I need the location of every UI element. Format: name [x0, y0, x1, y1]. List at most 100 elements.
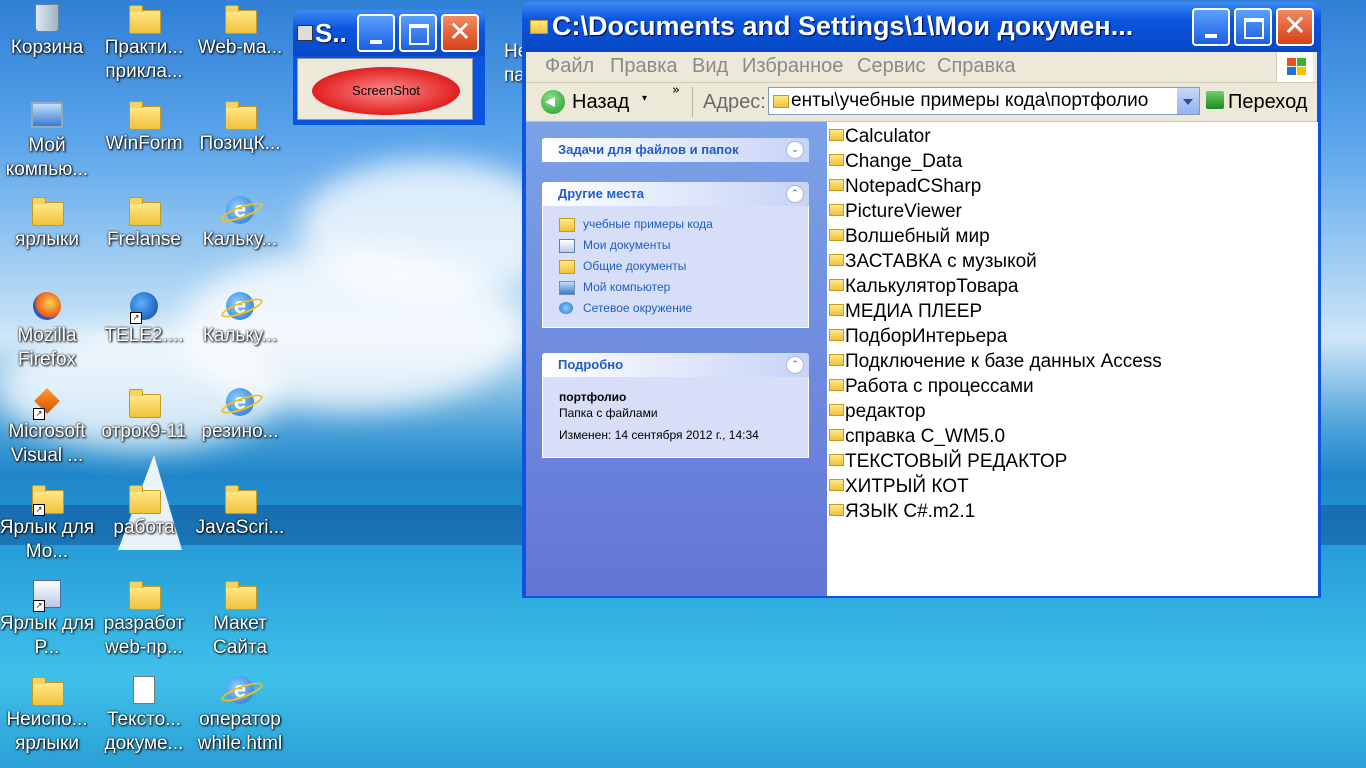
menu-favorites[interactable]: Избранное	[742, 55, 843, 78]
file-list-item[interactable]: ЗАСТАВКА с музыкой	[829, 249, 1037, 274]
file-list-item[interactable]: КалькуляторТовара	[829, 274, 1019, 299]
desktop-icon[interactable]: e Кальку...	[192, 292, 288, 348]
file-list-item[interactable]: PictureViewer	[829, 199, 962, 224]
desktop-icon[interactable]: ↗ Microsoft Visual ...	[0, 388, 95, 468]
desktop-icon[interactable]: Web-ма...	[192, 4, 288, 60]
desktop-icon[interactable]: e оператор while.html	[192, 676, 288, 756]
file-list-item[interactable]: редактор	[829, 399, 926, 424]
back-label: Назад	[572, 91, 630, 113]
close-button[interactable]: ✕	[1276, 8, 1314, 46]
maximize-button[interactable]	[1234, 8, 1272, 46]
desktop-icon[interactable]: Неиспо... ярлыки	[0, 676, 95, 756]
collapse-chevron-icon[interactable]: ⌃	[786, 356, 804, 374]
menu-view[interactable]: Вид	[692, 55, 728, 78]
toolbar-overflow-icon[interactable]: »	[672, 83, 680, 98]
explorer-title-bar[interactable]: C:\Documents and Settings\1\Мои докумен.…	[522, 2, 1321, 52]
firefox-icon	[31, 292, 63, 322]
minimize-button[interactable]	[1192, 8, 1230, 46]
menu-tools[interactable]: Сервис	[857, 55, 926, 78]
tele2-icon: ↗	[128, 292, 160, 324]
menu-help[interactable]: Справка	[937, 55, 1015, 78]
file-tasks-header[interactable]: Задачи для файлов и папок ⌄	[542, 138, 809, 162]
link-label: Общие документы	[583, 259, 687, 273]
screenshot-title-bar[interactable]: S.. ✕	[293, 10, 485, 56]
other-places-link[interactable]: Мои документы	[543, 235, 808, 256]
other-places-link[interactable]: Общие документы	[543, 256, 808, 277]
desktop-icon[interactable]: Практи... прикла...	[96, 4, 192, 84]
desktop-icon[interactable]: ↗ Ярлык для Р...	[0, 580, 95, 660]
desktop-icon[interactable]: Мой компью...	[0, 100, 95, 182]
windows-logo-icon	[1276, 52, 1313, 82]
desktop-icon[interactable]: ↗ TELE2....	[96, 292, 192, 348]
desktop-icon[interactable]: e резино...	[192, 388, 288, 444]
recycle-bin-icon	[31, 4, 63, 34]
desktop-icon[interactable]: WinForm	[96, 100, 192, 156]
maximize-icon	[409, 24, 429, 45]
file-list-item[interactable]: NotepadCSharp	[829, 174, 981, 199]
desktop-icon-label: Mozilla Firefox	[17, 325, 77, 370]
desktop-icon[interactable]: разработ web-пр...	[96, 580, 192, 660]
desktop-icon[interactable]: отрок9-11	[96, 388, 192, 444]
desktop-icon[interactable]: ПозицК...	[192, 100, 288, 156]
minimize-button[interactable]	[357, 14, 395, 52]
details-header[interactable]: Подробно ⌃	[542, 353, 809, 377]
file-list-item[interactable]: Волшебный мир	[829, 224, 990, 249]
folder-icon	[829, 354, 844, 366]
desktop-icon[interactable]: работа	[96, 484, 192, 540]
file-list-item[interactable]: ТЕКСТОВЫЙ РЕДАКТОР	[829, 449, 1067, 474]
desktop-icon[interactable]: Frelanse	[96, 196, 192, 252]
setup-shortcut-icon: ↗	[31, 580, 63, 612]
file-list-item[interactable]: справка C_WM5.0	[829, 424, 1005, 449]
file-list-item[interactable]: МЕДИА ПЛЕЕР	[829, 299, 982, 324]
back-button[interactable]: Назад ▾	[526, 83, 666, 121]
file-list-item[interactable]: Работа с процессами	[829, 374, 1034, 399]
collapse-chevron-icon[interactable]: ⌃	[786, 185, 804, 203]
address-input[interactable]: енты\учебные примеры кода\портфолио	[768, 87, 1200, 115]
other-places-title: Другие места	[558, 186, 645, 201]
desktop-icon[interactable]: Тексто... докуме...	[96, 676, 192, 756]
folder-icon	[829, 254, 844, 266]
folder-icon	[829, 279, 844, 291]
menu-bar: Файл Правка Вид Избранное Сервис Справка	[526, 52, 1317, 83]
back-dropdown-icon: ▾	[642, 93, 648, 104]
desktop-icon-label: Ярлык для Мо...	[0, 517, 95, 562]
menu-edit[interactable]: Правка	[610, 55, 678, 78]
desktop-icon-label: Кальку...	[202, 229, 278, 250]
other-places-header[interactable]: Другие места ⌃	[542, 182, 809, 206]
other-places-link[interactable]: Сетевое окружение	[543, 298, 808, 319]
close-button[interactable]: ✕	[441, 14, 479, 52]
file-list-item[interactable]: ХИТРЫЙ КОТ	[829, 474, 969, 499]
other-places-link[interactable]: Мой компьютер	[543, 277, 808, 298]
desktop-icon[interactable]: Корзина	[0, 4, 95, 60]
address-label: Адрес:	[703, 91, 766, 113]
screenshot-button[interactable]: ScreenShot	[310, 65, 462, 117]
file-name: МЕДИА ПЛЕЕР	[845, 301, 983, 322]
desktop-icon-label: Ярлык для Р...	[0, 613, 95, 658]
desktop-icon[interactable]: ↗ Ярлык для Мо...	[0, 484, 95, 564]
desktop-icon[interactable]: Макет Сайта	[192, 580, 288, 660]
file-list-item[interactable]: Calculator	[829, 124, 931, 149]
desktop-icon[interactable]: JavaScri...	[192, 484, 288, 540]
desktop-icon[interactable]: e Кальку...	[192, 196, 288, 252]
go-button[interactable]: Переход	[1202, 83, 1316, 121]
toolbar-separator	[692, 87, 693, 117]
partial-desktop-icon[interactable]: Не па	[504, 40, 522, 88]
expand-chevron-icon[interactable]: ⌄	[786, 141, 804, 159]
file-list-item[interactable]: Подключение к базе данных Access	[829, 349, 1162, 374]
file-list-item[interactable]: Change_Data	[829, 149, 962, 174]
maximize-button[interactable]	[399, 14, 437, 52]
link-label: учебные примеры кода	[583, 217, 713, 231]
details-modified: Изменен: 14 сентября 2012 г., 14:34	[559, 428, 759, 442]
folder-icon	[559, 218, 575, 232]
other-places-link[interactable]: учебные примеры кода	[543, 214, 808, 235]
file-list-item[interactable]: ПодборИнтерьера	[829, 324, 1007, 349]
menu-file[interactable]: Файл	[545, 55, 594, 78]
screenshot-window[interactable]: S.. ✕ ScreenShot	[293, 10, 485, 125]
desktop-icon-label: Тексто... докуме...	[104, 709, 184, 754]
explorer-window[interactable]: C:\Documents and Settings\1\Мои докумен.…	[522, 2, 1321, 598]
desktop-icon[interactable]: ярлыки	[0, 196, 95, 252]
link-label: Сетевое окружение	[583, 301, 693, 315]
desktop-icon[interactable]: Mozilla Firefox	[0, 292, 95, 372]
address-dropdown-button[interactable]	[1177, 88, 1199, 114]
file-list-item[interactable]: ЯЗЫК C#.m2.1	[829, 499, 975, 524]
